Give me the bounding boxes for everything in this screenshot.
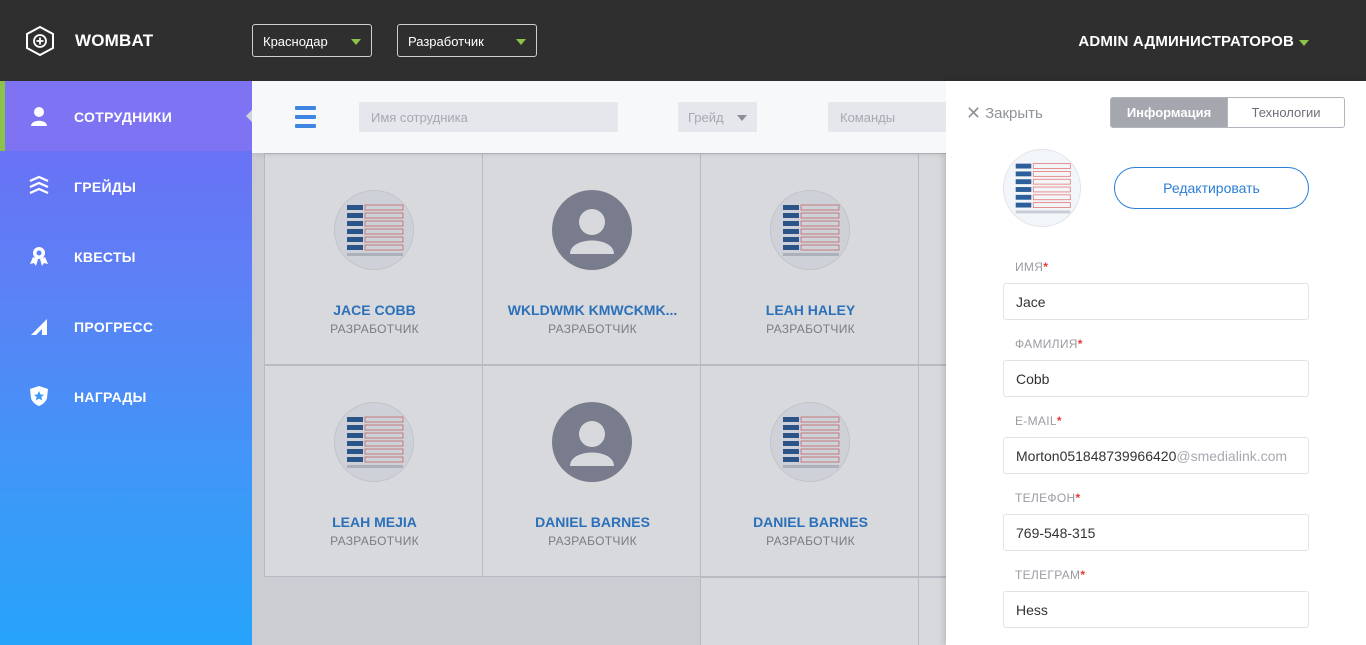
- sidebar-item-awards[interactable]: НАГРАДЫ: [0, 361, 252, 431]
- email-label: E-MAIL*: [1015, 414, 1062, 428]
- chevron-down-icon: [737, 115, 747, 121]
- chevron-down-icon: [516, 39, 526, 45]
- sidebar-item-grades[interactable]: ГРЕЙДЫ: [0, 151, 252, 221]
- role-select-value: Разработчик: [408, 34, 484, 49]
- sidebar-item-quests[interactable]: КВЕСТЫ: [0, 221, 252, 291]
- first-name-label: ИМЯ*: [1015, 260, 1049, 274]
- award-icon: [30, 247, 48, 266]
- phone-label: ТЕЛЕФОН*: [1015, 491, 1081, 505]
- edit-button[interactable]: Редактировать: [1114, 167, 1309, 209]
- grade-select[interactable]: Грейд: [678, 102, 757, 132]
- grade-select-placeholder: Грейд: [688, 110, 724, 125]
- menu-icon[interactable]: [295, 106, 316, 128]
- teams-input[interactable]: Команды: [828, 102, 946, 132]
- email-value: Morton051848739966420: [1016, 448, 1177, 464]
- user-menu[interactable]: ADMIN АДМИНИСТРАТОРОВ: [1078, 33, 1294, 50]
- top-bar: WOMBAT Краснодар Разработчик ADMIN АДМИН…: [0, 0, 1366, 81]
- telegram-field[interactable]: Hess: [1003, 591, 1309, 628]
- tab-technologies[interactable]: Технологии: [1227, 98, 1344, 127]
- last-name-label: ФАМИЛИЯ*: [1015, 337, 1083, 351]
- first-name-field[interactable]: Jace: [1003, 283, 1309, 320]
- teams-input-placeholder: Команды: [840, 110, 896, 125]
- telegram-label: ТЕЛЕГРАМ*: [1015, 568, 1086, 582]
- sidebar-item-label: НАГРАДЫ: [74, 389, 147, 405]
- wombat-logo-icon[interactable]: [26, 26, 54, 56]
- modal-backdrop[interactable]: [252, 81, 946, 645]
- screenshot-thumbnail-icon: [1015, 163, 1071, 214]
- sidebar-item-label: КВЕСТЫ: [74, 249, 136, 265]
- chevron-down-icon[interactable]: [1299, 40, 1309, 46]
- brand-name: WOMBAT: [75, 31, 154, 50]
- close-icon: ✕: [966, 103, 982, 123]
- signal-icon: [31, 319, 47, 335]
- email-field[interactable]: Morton051848739966420@smedialink.com: [1003, 437, 1309, 474]
- sidebar-item-label: ПРОГРЕСС: [74, 319, 154, 335]
- shield-star-icon: [30, 386, 48, 406]
- panel-tabs: Информация Технологии: [1110, 97, 1345, 128]
- city-select[interactable]: Краснодар: [252, 24, 372, 57]
- close-button[interactable]: ✕ Закрыть: [966, 103, 1043, 124]
- active-indicator: [0, 81, 5, 151]
- close-label: Закрыть: [985, 105, 1043, 122]
- tab-information[interactable]: Информация: [1111, 98, 1227, 127]
- employee-avatar[interactable]: [1003, 149, 1081, 227]
- last-name-field[interactable]: Cobb: [1003, 360, 1309, 397]
- role-select[interactable]: Разработчик: [397, 24, 537, 57]
- sidebar: СОТРУДНИКИ ГРЕЙДЫ КВЕСТЫ ПРОГРЕСС НАГРАД…: [0, 81, 252, 645]
- sidebar-item-progress[interactable]: ПРОГРЕСС: [0, 291, 252, 361]
- employee-search-input[interactable]: [359, 102, 618, 132]
- sidebar-item-label: СОТРУДНИКИ: [74, 109, 173, 125]
- filter-toolbar: Грейд Команды: [252, 81, 946, 153]
- employee-detail-panel: ✕ Закрыть Информация Технологии Редактиро…: [946, 81, 1366, 645]
- sidebar-item-label: ГРЕЙДЫ: [74, 179, 137, 195]
- city-select-value: Краснодар: [263, 34, 328, 49]
- layers-icon: [29, 175, 49, 195]
- person-icon: [31, 107, 47, 126]
- email-domain: @smedialink.com: [1176, 448, 1288, 464]
- chevron-down-icon: [351, 39, 361, 45]
- sidebar-item-employees[interactable]: СОТРУДНИКИ: [0, 81, 252, 151]
- phone-field[interactable]: 769-548-315: [1003, 514, 1309, 551]
